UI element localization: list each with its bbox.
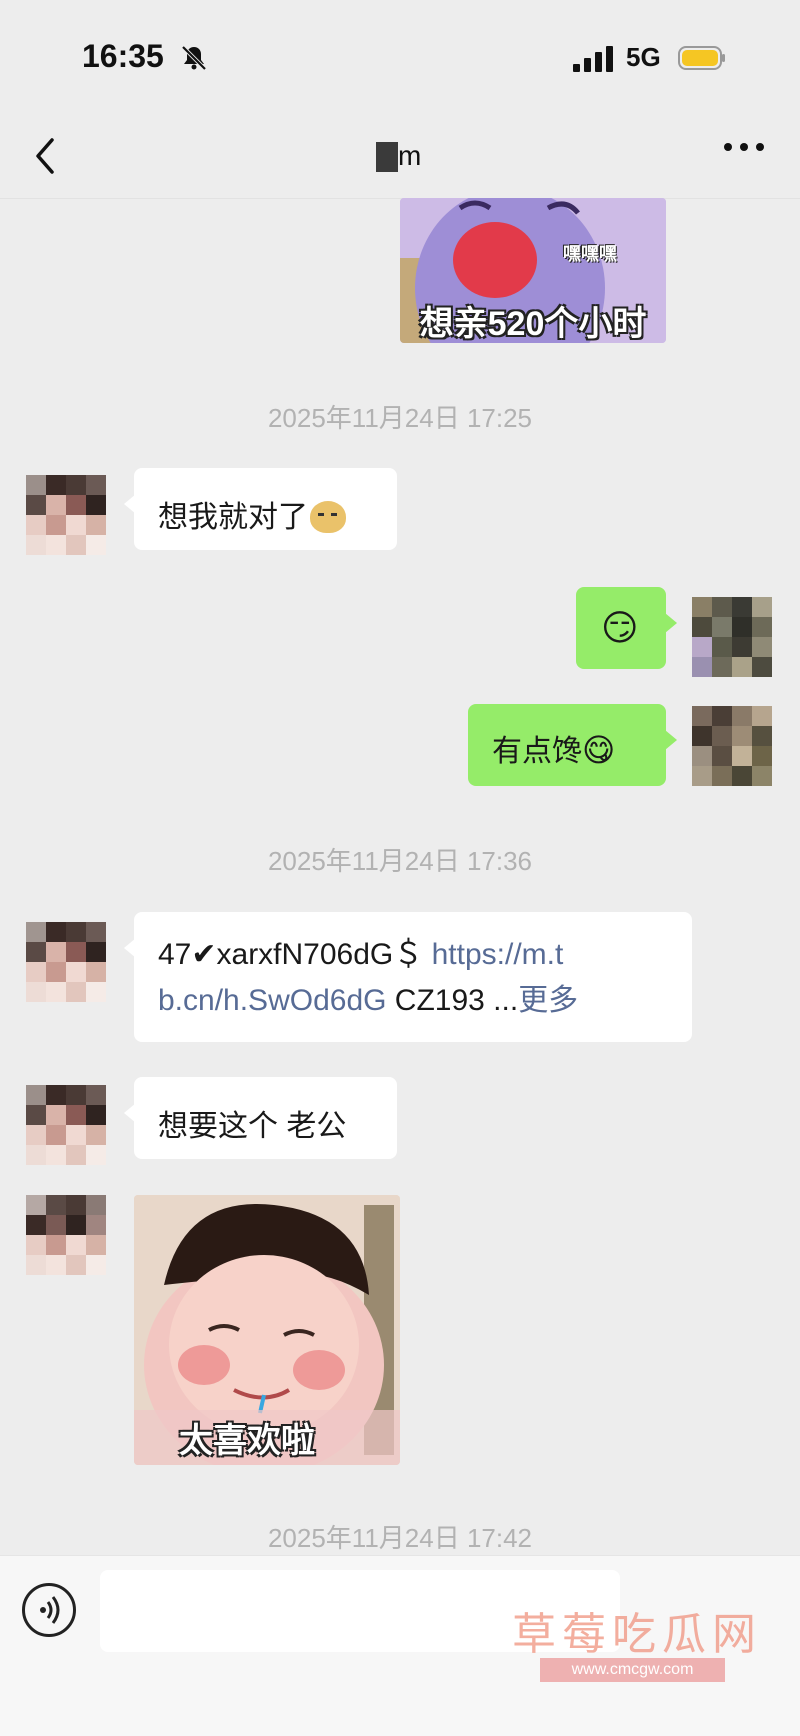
message-bubble[interactable]: 想要这个 老公 bbox=[124, 1077, 397, 1159]
link-trailing-text: CZ193 ... bbox=[386, 984, 519, 1017]
doge-emoji-icon bbox=[310, 501, 346, 533]
message-bubble[interactable]: 😏 bbox=[576, 587, 677, 669]
contact-avatar[interactable] bbox=[26, 1195, 106, 1275]
message-bubble[interactable]: 有点馋😋 bbox=[468, 704, 677, 786]
more-icon[interactable] bbox=[722, 140, 766, 154]
link-message-bubble[interactable]: 47✔xarxfN706dG＄ https://m.t b.cn/h.SwOd6… bbox=[124, 912, 692, 1042]
timestamp: 2025年11月24日 17:25 bbox=[267, 403, 533, 433]
message-bubble[interactable]: 想我就对了 bbox=[124, 468, 397, 550]
expand-more-link[interactable]: 更多 bbox=[518, 984, 578, 1017]
emoji-yum-icon: 😋 bbox=[582, 732, 616, 768]
message-text: 想我就对了 bbox=[158, 501, 308, 534]
watermark: 草莓吃瓜网 bbox=[512, 1610, 762, 1659]
signal-icon bbox=[573, 46, 613, 72]
status-time: 16:35 bbox=[82, 38, 164, 74]
voice-input-icon[interactable] bbox=[22, 1583, 76, 1637]
contact-avatar[interactable] bbox=[26, 922, 106, 1002]
message-text: 有点馋 bbox=[492, 735, 582, 768]
link-url-continued[interactable]: b.cn/h.SwOd6dG bbox=[158, 984, 386, 1017]
timestamp: 2025年11月24日 17:42 bbox=[267, 1523, 533, 1553]
back-icon[interactable] bbox=[30, 134, 60, 178]
link-line-2: b.cn/h.SwOd6dG CZ193 ...更多 bbox=[158, 978, 692, 1024]
sticker-message[interactable]: 太喜欢啦 bbox=[134, 1195, 400, 1465]
watermark-url: www.cmcgw.com bbox=[540, 1658, 725, 1682]
sticker-message[interactable]: 嘿嘿嘿 想亲520个小时 bbox=[400, 198, 666, 343]
my-avatar[interactable] bbox=[692, 706, 772, 786]
chat-title: m bbox=[398, 140, 422, 171]
link-url[interactable]: https://m.t bbox=[432, 938, 564, 971]
status-bar: 16:35 5G bbox=[0, 0, 800, 110]
bell-muted-icon bbox=[181, 45, 207, 71]
sticker-caption: 太喜欢啦 bbox=[179, 1422, 315, 1460]
title-censor-block bbox=[376, 142, 398, 172]
network-type: 5G bbox=[626, 42, 661, 72]
sticker-caption: 想亲520个小时 bbox=[419, 305, 647, 343]
timestamp: 2025年11月24日 17:36 bbox=[267, 846, 533, 876]
message-text: 想要这个 老公 bbox=[158, 1110, 347, 1143]
contact-avatar[interactable] bbox=[26, 1085, 106, 1165]
link-line-1: 47✔xarxfN706dG＄ https://m.t bbox=[158, 932, 692, 978]
sticker-small-text: 嘿嘿嘿 bbox=[563, 244, 617, 264]
contact-avatar[interactable] bbox=[26, 475, 106, 555]
emoji-smirk-icon: 😏 bbox=[601, 607, 639, 648]
battery-icon bbox=[678, 46, 725, 70]
taobao-code: 47✔xarxfN706dG＄ bbox=[158, 938, 424, 971]
my-avatar[interactable] bbox=[692, 597, 772, 677]
